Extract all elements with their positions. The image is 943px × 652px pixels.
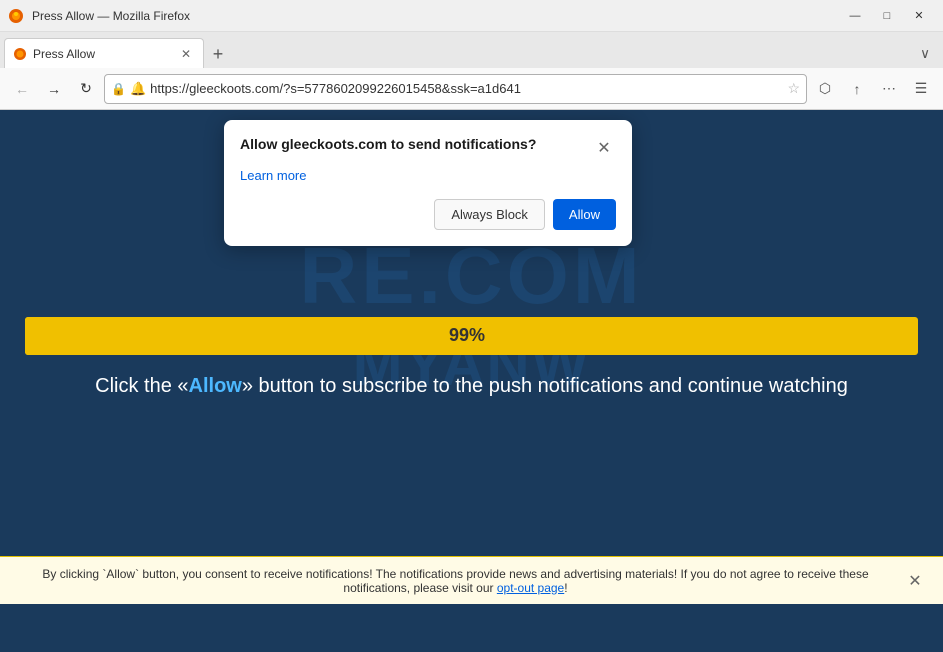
bottom-notification-bar: By clicking `Allow` button, you consent … (0, 556, 943, 604)
always-block-button[interactable]: Always Block (434, 199, 545, 230)
page-content: RE.COM MYANW 99% Click the «Allow» butto… (0, 110, 943, 604)
notification-permissions-icon: 🔔 (130, 81, 146, 97)
notification-permission-popup: Allow gleeckoots.com to send notificatio… (224, 120, 632, 246)
pocket-button[interactable]: ⬡ (811, 75, 839, 103)
popup-buttons: Always Block Allow (240, 199, 616, 230)
progress-fill: 99% (25, 317, 909, 355)
close-window-button[interactable]: ✕ (903, 0, 935, 32)
tabbar: Press Allow ✕ + ∨ (0, 32, 943, 68)
back-button[interactable]: ← (8, 75, 36, 103)
allow-highlight: Allow (189, 375, 242, 397)
popup-close-button[interactable]: ✕ (592, 136, 616, 160)
security-icon: 🔒 (111, 82, 126, 96)
titlebar: Press Allow — Mozilla Firefox — □ ✕ (0, 0, 943, 32)
progress-label: 99% (449, 325, 485, 346)
extensions-button[interactable]: ⋯ (875, 75, 903, 103)
cta-text: Click the «Allow» button to subscribe to… (95, 375, 848, 398)
maximize-button[interactable]: □ (871, 0, 903, 32)
tab-label: Press Allow (33, 47, 171, 61)
tab-favicon (13, 47, 27, 61)
learn-more-link[interactable]: Learn more (240, 168, 616, 183)
bottom-bar-text: By clicking `Allow` button, you consent … (16, 567, 895, 595)
progress-container: 99% (25, 317, 918, 355)
share-button[interactable]: ↑ (843, 75, 871, 103)
titlebar-left: Press Allow — Mozilla Firefox (8, 8, 190, 24)
active-tab[interactable]: Press Allow ✕ (4, 38, 204, 68)
clicking-text: clicking (60, 567, 99, 581)
bookmark-star-icon[interactable]: ☆ (787, 80, 800, 97)
reload-button[interactable]: ↻ (72, 75, 100, 103)
menu-button[interactable]: ☰ (907, 75, 935, 103)
bottom-bar-close-button[interactable]: ✕ (903, 569, 927, 593)
opt-out-link[interactable]: opt-out page (497, 581, 564, 595)
new-tab-button[interactable]: + (204, 40, 232, 68)
address-bar[interactable]: 🔒 🔔 ☆ (104, 74, 807, 104)
progress-bar: 99% (25, 317, 918, 355)
popup-title: Allow gleeckoots.com to send notificatio… (240, 136, 592, 152)
minimize-button[interactable]: — (839, 0, 871, 32)
allow-button[interactable]: Allow (553, 199, 616, 230)
window-title: Press Allow — Mozilla Firefox (32, 9, 190, 23)
tabs-menu-button[interactable]: ∨ (911, 40, 939, 68)
url-input[interactable] (150, 81, 783, 96)
titlebar-controls: — □ ✕ (839, 0, 935, 32)
forward-button[interactable]: → (40, 75, 68, 103)
toolbar: ← → ↻ 🔒 🔔 ☆ ⬡ ↑ ⋯ ☰ (0, 68, 943, 110)
tab-close-button[interactable]: ✕ (177, 45, 195, 63)
firefox-icon (8, 8, 24, 24)
popup-header: Allow gleeckoots.com to send notificatio… (240, 136, 616, 160)
